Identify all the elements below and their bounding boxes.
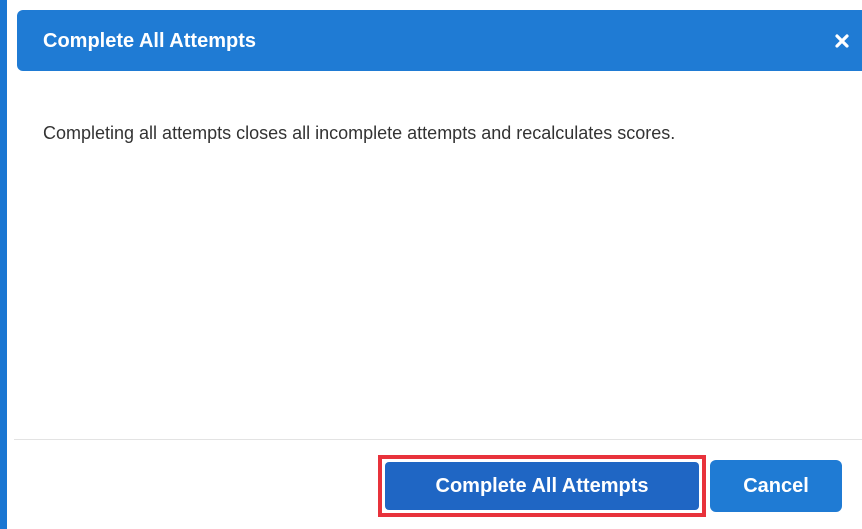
dialog-message: Completing all attempts closes all incom… <box>43 123 676 143</box>
screen: Complete All Attempts Completing all att… <box>0 0 862 529</box>
confirm-button-highlight: Complete All Attempts <box>378 455 706 517</box>
dialog-title: Complete All Attempts <box>43 30 256 52</box>
close-button[interactable] <box>822 10 862 71</box>
complete-all-attempts-button[interactable]: Complete All Attempts <box>385 462 699 510</box>
complete-attempts-dialog: Complete All Attempts Completing all att… <box>7 0 862 529</box>
footer-divider <box>14 439 862 440</box>
cancel-button[interactable]: Cancel <box>710 460 842 512</box>
window-edge <box>0 0 7 529</box>
dialog-header: Complete All Attempts <box>17 10 862 71</box>
close-icon <box>835 33 849 48</box>
